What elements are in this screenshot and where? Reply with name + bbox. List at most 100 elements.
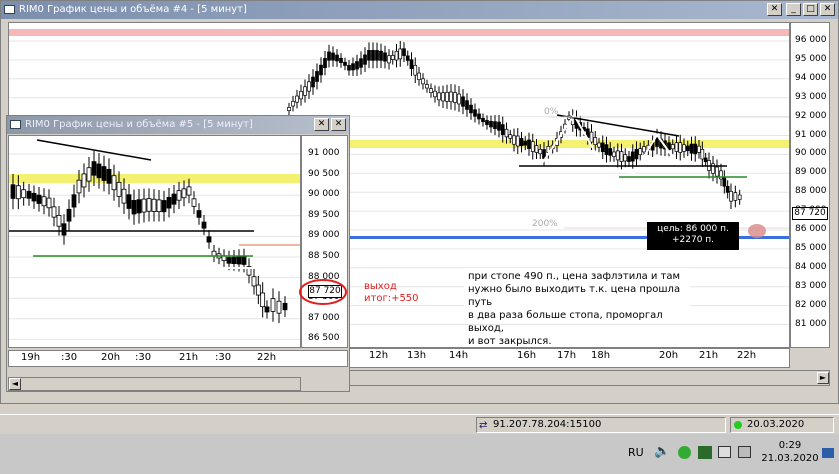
clock-time: 0:29 (778, 440, 802, 451)
candle-body (719, 170, 723, 180)
sub-candle-body (106, 168, 112, 184)
sub-titlebar[interactable]: RIM0 График цены и объёма #5 - [5 минут]… (7, 116, 349, 134)
scroll-right-button[interactable]: ► (817, 372, 829, 384)
sub-candle-body (191, 198, 197, 207)
sub-plot-area[interactable]: 88270 п. вход (8, 135, 301, 348)
main-y-tick: 94 000 (795, 72, 827, 83)
candle-body (367, 50, 371, 61)
candle-body (489, 120, 493, 128)
volume-icon[interactable]: 🔈 (654, 444, 670, 459)
sub-y-tick: 86 500 (308, 333, 340, 344)
main-y-tick: 83 000 (795, 280, 827, 291)
sub-x-tick: 22h (257, 352, 277, 363)
sub-close-button[interactable]: ✕ (331, 118, 346, 131)
target-box: цель: 86 000 п. +2270 п. (647, 222, 739, 250)
sub-candle-body (41, 196, 47, 207)
online-icon (734, 421, 742, 429)
sub-x-tick: 20h (101, 352, 121, 363)
note-line-3: в два раза больше стопа, проморгал выход… (468, 310, 663, 334)
main-y-tick: 86 000 (795, 224, 827, 234)
candle-body (642, 146, 646, 153)
sub-candle-body (186, 186, 192, 196)
candle-body (737, 194, 742, 200)
sub-candle-body (260, 292, 266, 308)
language-indicator[interactable]: RU (628, 446, 644, 459)
candle-body (623, 154, 628, 162)
candle-body (504, 128, 509, 138)
main-y-tick: 82 000 (795, 299, 827, 310)
candle-body (473, 109, 477, 117)
clock-date: 21.03.2020 (761, 453, 819, 464)
candle-body (527, 139, 531, 149)
candle-body (295, 95, 299, 103)
candle-body (402, 48, 406, 56)
candle-body (343, 61, 347, 66)
nvidia-icon[interactable] (698, 446, 712, 459)
sub-link-icon[interactable]: ✕ (314, 118, 329, 131)
candle-body (398, 48, 403, 60)
main-y-tick: 89 000 (795, 167, 827, 178)
network-tray-icon[interactable] (738, 446, 751, 458)
sub-y-tick: 89 000 (308, 230, 340, 241)
main-price-axis[interactable]: 96 000 95 000 94 000 93 000 92 000 91 000 90 0… (790, 22, 830, 348)
main-y-tick: 92 000 (795, 110, 827, 121)
main-price-label: 87 720 (792, 207, 828, 220)
sub-candle-body (171, 193, 177, 205)
candle-body (674, 142, 679, 152)
pink-band (9, 29, 789, 36)
main-x-tick: 16h (517, 350, 537, 361)
candle-body (453, 92, 457, 103)
candle-body (390, 55, 395, 60)
candle-body (619, 151, 624, 162)
maximize-button[interactable]: □ (803, 3, 818, 16)
sub-yellow-band (9, 174, 300, 183)
sub-candle-body (231, 256, 237, 264)
candle-body (331, 52, 335, 61)
price-circle (299, 279, 347, 305)
candle-body (351, 63, 355, 71)
sub-candle-body (181, 188, 187, 199)
candle-body (323, 58, 327, 69)
candle-body (689, 143, 694, 154)
shield-icon[interactable] (678, 446, 691, 459)
sub-candle-body (111, 175, 117, 191)
sub-scrollbar[interactable]: ◄ (8, 377, 301, 391)
candle-body (421, 78, 425, 85)
sub-scroll-left-button[interactable]: ◄ (9, 378, 21, 390)
connection-field[interactable]: ⇄ 91.207.78.204:15100 (476, 417, 726, 433)
sub-candle-body (51, 206, 57, 218)
candle-body (347, 65, 351, 71)
entry-label: 88270 п. вход (171, 279, 237, 289)
date-field[interactable]: 20.03.2020 (730, 417, 834, 433)
candle-body (287, 107, 291, 111)
candle-body (600, 142, 605, 153)
display-icon[interactable] (718, 446, 731, 458)
candle-body (299, 91, 303, 100)
candle-body (327, 51, 331, 61)
sub-price-axis[interactable]: 91 000 90 500 90 000 89 500 89 000 88 500 88 0… (299, 135, 348, 348)
link-icon[interactable]: ✕ (767, 3, 782, 16)
target-line1: цель: 86 000 п. (657, 224, 729, 234)
exit-annotation: выход итог:+550 (364, 281, 419, 305)
candle-body (589, 131, 594, 143)
candle-body (409, 59, 414, 70)
candle-body (307, 81, 311, 92)
minimize-button[interactable]: _ (786, 3, 801, 16)
clock[interactable]: 0:29 21.03.2020 (760, 439, 820, 465)
sub-y-tick: 89 500 (308, 209, 340, 220)
candle-body (387, 55, 391, 64)
candle-body (678, 142, 683, 153)
show-desktop-icon[interactable] (822, 448, 834, 458)
sub-candle-body (141, 198, 147, 213)
candle-body (425, 84, 429, 89)
sub-time-axis[interactable]: 19h:30 20h:30 21h:30 22h (8, 350, 348, 367)
candle-body (457, 93, 461, 105)
close-button[interactable]: ✕ (820, 3, 835, 16)
sub-candle-body (206, 236, 212, 243)
candle-body (612, 151, 616, 157)
sub-candle-body (241, 256, 247, 265)
main-titlebar[interactable]: RIM0 График цены и объёма #4 - [5 минут]… (1, 1, 838, 19)
main-x-tick: 13h (407, 350, 427, 361)
network-icon: ⇄ (479, 420, 488, 431)
target-ellipse (748, 224, 766, 238)
